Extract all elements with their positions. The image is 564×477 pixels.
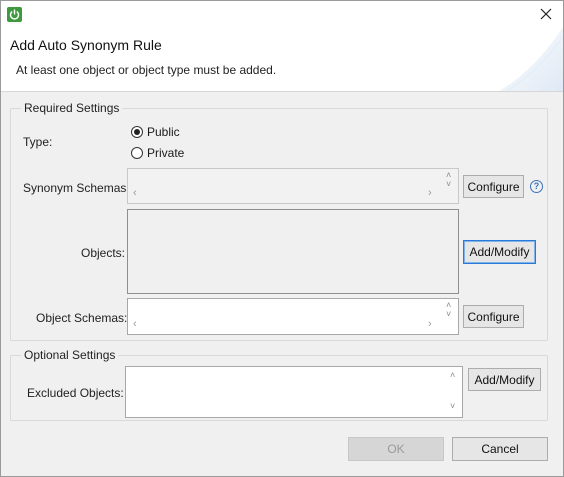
radio-public[interactable]: Public — [131, 125, 180, 139]
synonym-schemas-label: Synonym Schemas: — [23, 181, 130, 195]
header-separator — [1, 91, 563, 92]
radio-private-indicator — [131, 147, 143, 159]
add-auto-synonym-rule-dialog: Add Auto Synonym Rule At least one objec… — [0, 0, 564, 477]
object-schemas-label: Object Schemas: — [36, 311, 128, 325]
scroll-right-arrow-icon[interactable]: › — [428, 318, 432, 330]
object-schemas-configure-button[interactable]: Configure — [463, 305, 524, 328]
scroll-down-arrow-icon[interactable]: ˅ — [450, 401, 455, 411]
dialog-header: Add Auto Synonym Rule At least one objec… — [1, 27, 563, 91]
radio-private-label: Private — [147, 146, 185, 160]
help-icon[interactable]: ? — [530, 180, 543, 193]
scroll-right-arrow-icon[interactable]: › — [428, 187, 432, 199]
objects-add-modify-button[interactable]: Add/Modify — [463, 240, 536, 264]
cancel-button[interactable]: Cancel — [452, 437, 548, 461]
scroll-up-arrow-icon[interactable]: ˄ — [450, 370, 455, 380]
synonym-schemas-list[interactable]: ‹ › ˄ ˅ — [127, 168, 459, 204]
dialog-title: Add Auto Synonym Rule — [10, 37, 162, 53]
excluded-objects-list[interactable]: ˄ ˅ — [125, 366, 463, 418]
excluded-objects-scrollbar[interactable]: ˄ ˅ — [447, 367, 462, 417]
synonym-schemas-scrollbar[interactable]: ˄ ˅ — [443, 169, 458, 203]
power-icon — [7, 7, 22, 22]
scroll-down-arrow-icon[interactable]: ˅ — [446, 179, 451, 189]
dialog-message: At least one object or object type must … — [16, 63, 277, 77]
excluded-objects-add-modify-button[interactable]: Add/Modify — [468, 368, 541, 391]
scroll-left-arrow-icon[interactable]: ‹ — [133, 318, 137, 330]
close-button[interactable] — [535, 4, 557, 24]
synonym-schemas-configure-button[interactable]: Configure — [463, 175, 524, 198]
scroll-left-arrow-icon[interactable]: ‹ — [133, 187, 137, 199]
objects-label: Objects: — [81, 246, 126, 260]
radio-private[interactable]: Private — [131, 146, 184, 160]
excluded-objects-label: Excluded Objects: — [27, 386, 124, 400]
ok-button[interactable]: OK — [348, 437, 444, 461]
optional-settings-label: Optional Settings — [21, 348, 119, 362]
object-schemas-list[interactable]: ‹ › ˄ ˅ — [127, 298, 459, 335]
object-schemas-scrollbar[interactable]: ˄ ˅ — [443, 299, 458, 334]
objects-list[interactable] — [127, 209, 459, 294]
radio-public-label: Public — [147, 125, 180, 139]
close-icon — [540, 8, 552, 20]
radio-public-indicator — [131, 126, 143, 138]
scroll-down-arrow-icon[interactable]: ˅ — [446, 309, 451, 319]
title-bar — [1, 1, 563, 27]
header-decoration — [499, 27, 563, 91]
type-label: Type: — [23, 135, 53, 149]
required-settings-label: Required Settings — [21, 101, 123, 115]
